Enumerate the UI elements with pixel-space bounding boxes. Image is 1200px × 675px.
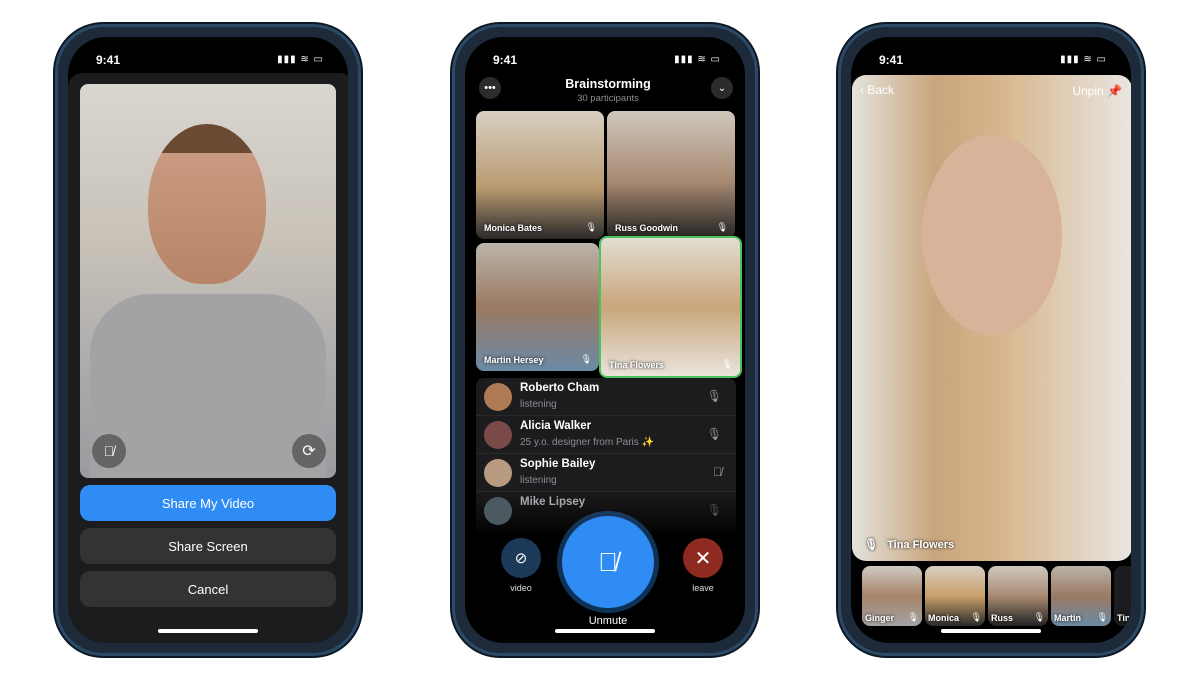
thumbnail-tile[interactable]: Martin 🎙: [1051, 566, 1111, 626]
tile-name: Tina Flowers: [609, 360, 664, 370]
participant-name: Roberto Cham: [520, 382, 600, 394]
participant-name: Alicia Walker: [520, 420, 592, 432]
back-label: Back: [867, 83, 895, 97]
share-my-video-button[interactable]: Share My Video: [80, 485, 336, 521]
video-tile[interactable]: Russ Goodwin 🎙: [607, 111, 735, 239]
tile-name: Tin: [1117, 613, 1131, 623]
mic-icon: 🎙: [580, 354, 592, 364]
share-screen-button[interactable]: Share Screen: [80, 528, 336, 564]
avatar: [484, 497, 512, 525]
tile-name: Ginger: [865, 613, 895, 623]
status-icons: ▮▮▮ ≋ ▭: [1060, 54, 1107, 65]
unpin-icon: 📌: [1107, 84, 1122, 98]
status-time: 9:41: [96, 53, 121, 67]
tile-name: Monica Bates: [484, 223, 543, 233]
tile-name: Russ: [991, 613, 1014, 623]
home-indicator: [941, 629, 1041, 633]
thumbnail-tile[interactable]: Monica 🎙: [925, 566, 985, 626]
mic-icon: 🎙: [907, 612, 919, 622]
mic-icon: 🎙: [1033, 612, 1045, 622]
thumbnail-tile[interactable]: Ginger 🎙: [862, 566, 922, 626]
home-indicator: [158, 629, 258, 633]
participant-count: 30 participants: [577, 93, 639, 104]
tile-name: Monica: [928, 613, 960, 623]
person-face: [148, 124, 266, 284]
unpin-label: Unpin: [1072, 84, 1104, 98]
collapse-chevron-icon[interactable]: ⌄: [711, 77, 733, 99]
screen: 9:41 ▮▮▮ ≋ ▭ ••• Brainstorming 30 partic…: [465, 37, 745, 643]
screen: 9:41 ▮▮▮ ≋ ▭ 🎙̸ ⟳ Share My Video Share S…: [68, 37, 348, 643]
mute-toggle-icon[interactable]: 🎙̸: [92, 434, 126, 468]
leave-button[interactable]: ✕: [683, 538, 723, 578]
video-tile-speaking[interactable]: Tina Flowers 🎙: [599, 236, 742, 378]
mic-icon: 🎙: [706, 503, 722, 517]
status-icons: ▮▮▮ ≋ ▭: [277, 54, 324, 65]
video-tile[interactable]: Monica Bates 🎙: [476, 111, 604, 239]
video-label: video: [510, 583, 532, 593]
back-button[interactable]: ‹ Back: [860, 83, 894, 97]
tile-name: Russ Goodwin: [615, 223, 678, 233]
call-title: Brainstorming: [565, 77, 651, 91]
avatar: [484, 383, 512, 411]
mic-icon: 🎙: [585, 222, 597, 232]
participant-status: listening: [520, 399, 557, 410]
status-icons: ▮▮▮ ≋ ▭: [674, 54, 721, 65]
speaker-label: 🎙 Tina Flowers: [864, 538, 954, 551]
list-item[interactable]: Sophie Bailey listening 🎙̸: [476, 454, 736, 492]
flip-camera-icon[interactable]: ⟳: [292, 434, 326, 468]
leave-label: leave: [692, 583, 714, 593]
mic-icon: 🎙: [1096, 612, 1108, 622]
video-button[interactable]: ⊘: [501, 538, 541, 578]
avatar: [484, 459, 512, 487]
list-item[interactable]: Alicia Walker 25 y.o. designer from Paris…: [476, 416, 736, 454]
thumbnail-tile[interactable]: Tin: [1114, 566, 1131, 626]
tile-name: Martin Hersey: [484, 355, 544, 365]
person-face: [922, 135, 1062, 335]
participant-list: Roberto Cham listening 🎙 Alicia Walker 25 y…: [476, 378, 736, 538]
screen: 9:41 ▮▮▮ ≋ ▭ ‹ Back Unpin 📌 🎙 Tina Flowe…: [851, 37, 1131, 643]
unmute-button[interactable]: 🎙̸: [562, 516, 654, 608]
phone-group-call: 9:41 ▮▮▮ ≋ ▭ ••• Brainstorming 30 partic…: [452, 24, 758, 656]
mic-icon: 🎙: [721, 359, 733, 369]
camera-preview: 🎙̸ ⟳: [80, 84, 336, 478]
pinned-video: ‹ Back Unpin 📌 🎙 Tina Flowers: [852, 75, 1131, 561]
participant-status: 25 y.o. designer from Paris ✨: [520, 437, 654, 448]
mic-icon: 🎙: [864, 539, 878, 551]
unmute-label: Unmute: [588, 615, 628, 627]
participant-status: listening: [520, 475, 557, 486]
tile-name: Martin: [1054, 613, 1081, 623]
cancel-button[interactable]: Cancel: [80, 571, 336, 607]
sheet: 🎙̸ ⟳ Share My Video Share Screen Cancel: [68, 73, 348, 643]
mic-off-icon: 🎙̸: [713, 465, 722, 479]
mic-icon: 🎙: [706, 389, 722, 403]
list-item[interactable]: Roberto Cham listening 🎙: [476, 378, 736, 416]
participant-name: Mike Lipsey: [520, 496, 586, 508]
participant-name: Sophie Bailey: [520, 458, 596, 470]
status-time: 9:41: [493, 53, 518, 67]
home-indicator: [555, 629, 655, 633]
phone-share-video: 9:41 ▮▮▮ ≋ ▭ 🎙̸ ⟳ Share My Video Share S…: [55, 24, 361, 656]
thumbnail-tile[interactable]: Russ 🎙: [988, 566, 1048, 626]
status-time: 9:41: [879, 53, 904, 67]
avatar: [484, 421, 512, 449]
speaker-name: Tina Flowers: [887, 539, 955, 551]
video-tile[interactable]: Martin Hersey 🎙: [476, 243, 599, 371]
mic-icon: 🎙: [970, 612, 982, 622]
mic-icon: 🎙: [716, 222, 728, 232]
mic-icon: 🎙: [706, 427, 722, 441]
phone-pinned-video: 9:41 ▮▮▮ ≋ ▭ ‹ Back Unpin 📌 🎙 Tina Flowe…: [838, 24, 1144, 656]
unpin-button[interactable]: Unpin 📌: [1072, 84, 1122, 98]
